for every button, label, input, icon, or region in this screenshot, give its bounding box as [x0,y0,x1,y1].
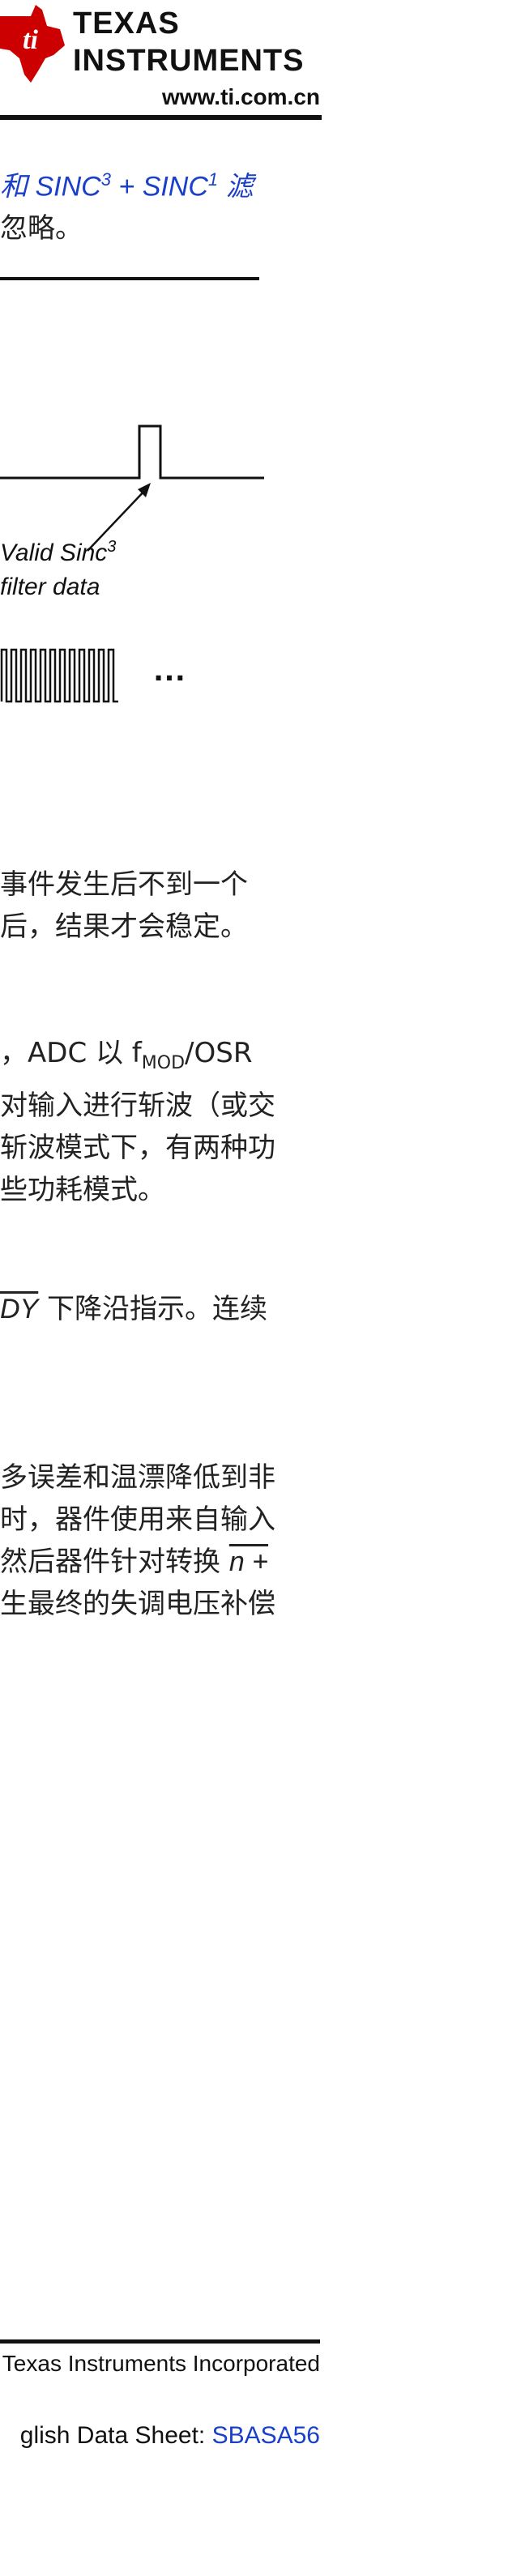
paragraph-offset-calibration: 多误差和温漂降低到非 时，器件使用来自输入 然后器件针对转换 n + 生最终的失… [0,1456,324,1625]
p2-line1: ，ADC 以 fMOD/OSR [0,1032,324,1085]
filter-data-label: filter data [0,574,100,600]
p2-line1-b: /OSR [185,1037,253,1069]
intro-plus: + [110,171,143,203]
drdy-signal: DY [0,1294,39,1324]
p3-line1-rest: 下降沿指示。连续 [38,1293,268,1325]
website-url[interactable]: www.ti.com.cn [162,84,320,110]
intro-suffix: 滤 [218,171,254,203]
sinc3-sup: 3 [100,169,111,190]
footer-source-prefix: glish Data Sheet: [19,2422,212,2449]
svg-text:ti: ti [23,25,38,55]
fmod-subscript: MOD [141,1052,186,1073]
source-datasheet-link[interactable]: SBASA56 [212,2422,320,2449]
valid-sinc3-sup: 3 [107,538,117,556]
intro-line2: 忽略。 [0,212,83,245]
footer-copyright: Texas Instruments Incorporated [2,2351,320,2376]
p2-line4: 些功耗模式。 [0,1173,165,1206]
footer-source: glish Data Sheet: SBASA56 [20,2422,320,2450]
p4-line2: 时，器件使用来自输入 [0,1503,275,1536]
figure-ellipsis: … [152,650,186,688]
timing-diagram [0,277,264,703]
footer-rule [0,2339,320,2344]
p4-line3-a: 然后器件针对转换 [0,1546,229,1578]
paragraph-drdy: DY 下降沿指示。连续 [0,1288,324,1330]
intro-paragraph: 和 SINC3 + SINC1 滤 忽略。 [0,159,324,249]
ti-logo-icon: ti [0,5,65,83]
p1-line2: 后，结果才会稳定。 [0,911,248,943]
sinc3-label[interactable]: SINC [35,171,100,202]
p4-line1: 多误差和温漂降低到非 [0,1461,275,1494]
valid-sinc3-text: Valid Sinc [0,540,108,566]
sinc1-label[interactable]: SINC [143,171,208,202]
paragraph-settling: 事件发生后不到一个 后，结果才会稳定。 [0,864,324,948]
p2-line1-a: ，ADC 以 f [0,1037,142,1069]
brand-line1: TEXAS [73,6,180,41]
p2-line3: 斩波模式下，有两种功 [0,1131,275,1164]
p2-line2: 对输入进行斩波（或交 [0,1089,275,1122]
sinc1-sup: 1 [207,169,219,190]
p1-line1: 事件发生后不到一个 [0,868,248,901]
valid-sinc3-label: Valid Sinc3 [0,538,116,567]
paragraph-chop-mode: ，ADC 以 fMOD/OSR 对输入进行斩波（或交 斩波模式下，有两种功 些功… [0,1032,324,1211]
timing-figure: Valid Sinc3 filter data … [0,275,324,716]
conversion-index: n + [228,1546,269,1577]
ti-logo: ti TEXAS INSTRUMENTS [0,5,340,86]
header-rule [0,115,322,120]
brand-line2: INSTRUMENTS [73,44,305,78]
p4-line4: 生最终的失调电压补偿 [0,1588,275,1620]
intro-prefix: 和 [0,171,36,203]
